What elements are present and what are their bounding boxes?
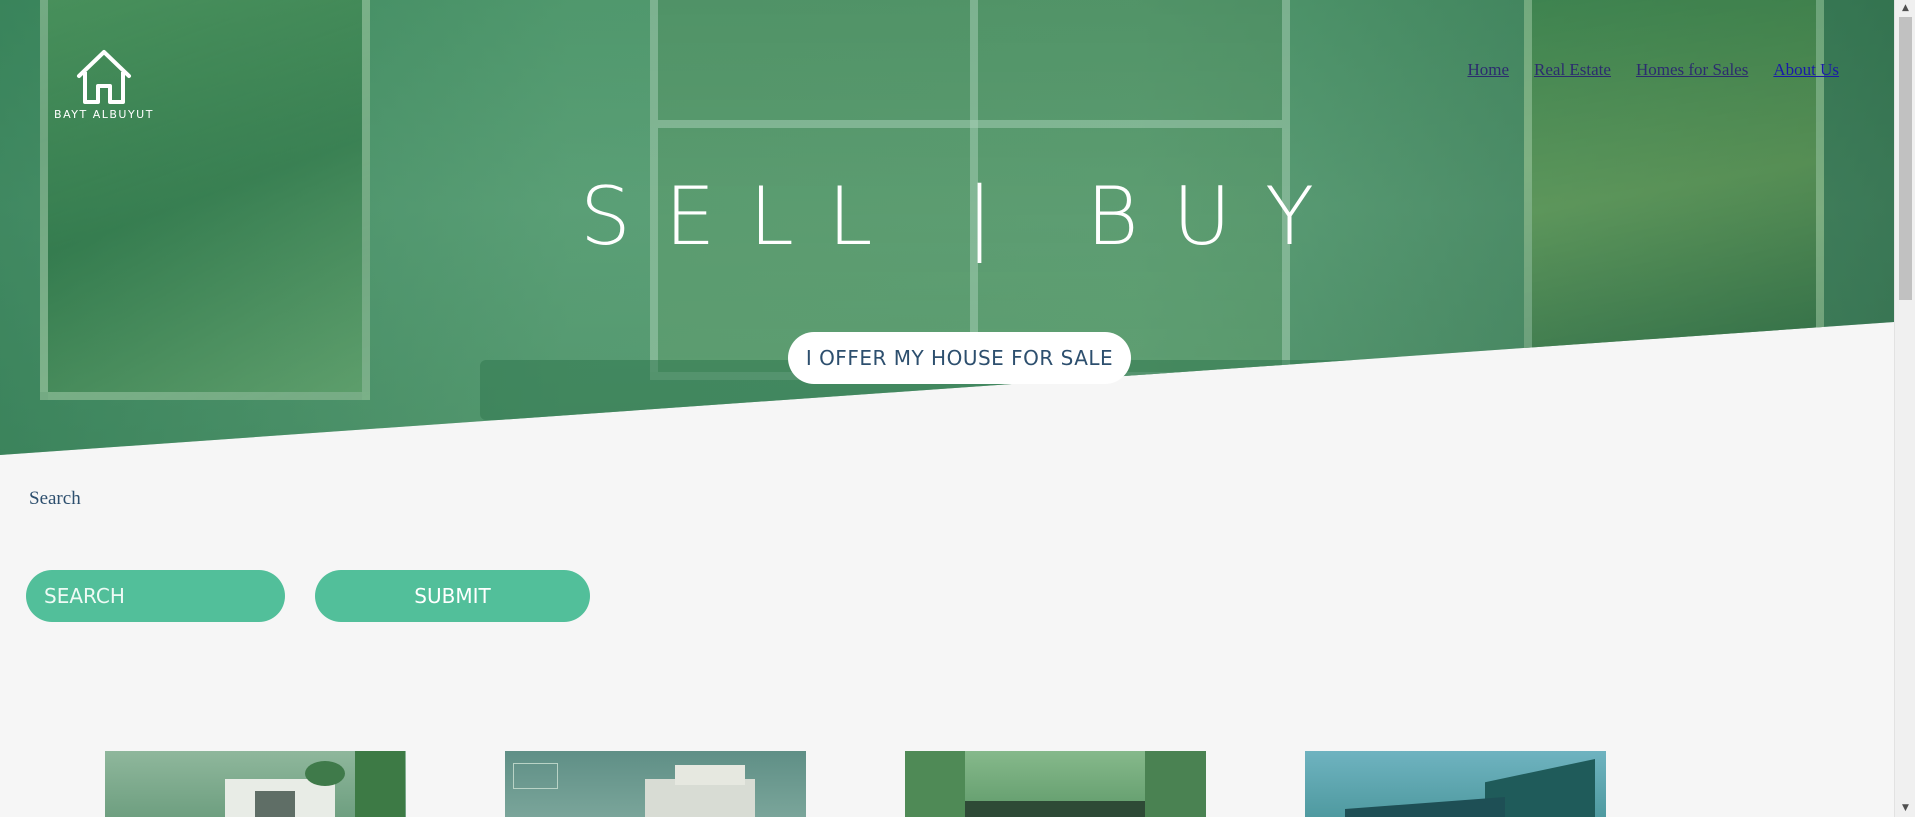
site-logo[interactable]: BAYT ALBUYUT: [44, 48, 164, 128]
submit-button[interactable]: SUBMIT: [315, 570, 590, 622]
scrollbar-thumb[interactable]: [1899, 17, 1912, 300]
property-card[interactable]: [1305, 751, 1606, 817]
search-input[interactable]: [26, 570, 285, 622]
nav-real-estate[interactable]: Real Estate: [1534, 60, 1611, 80]
page-scrollbar[interactable]: ▲ ▼: [1894, 0, 1915, 817]
property-card[interactable]: [505, 751, 806, 817]
scroll-up-arrow-icon[interactable]: ▲: [1895, 0, 1915, 17]
nav-home[interactable]: Home: [1467, 60, 1509, 80]
house-icon: [77, 50, 131, 104]
property-card[interactable]: [105, 751, 406, 817]
logo-text: BAYT ALBUYUT: [54, 108, 154, 121]
hero-banner: BAYT ALBUYUT Home Real Estate Homes for …: [0, 0, 1894, 455]
property-card[interactable]: [905, 751, 1206, 817]
hero-title: SELL | BUY: [579, 170, 1349, 263]
offer-house-button[interactable]: I OFFER MY HOUSE FOR SALE: [788, 332, 1131, 384]
scroll-down-arrow-icon[interactable]: ▼: [1895, 800, 1915, 817]
search-label: Search: [29, 488, 81, 509]
main-nav: Home Real Estate Homes for Sales About U…: [1467, 60, 1839, 80]
nav-about-us[interactable]: About Us: [1773, 60, 1839, 80]
nav-homes-for-sales[interactable]: Homes for Sales: [1636, 60, 1748, 80]
